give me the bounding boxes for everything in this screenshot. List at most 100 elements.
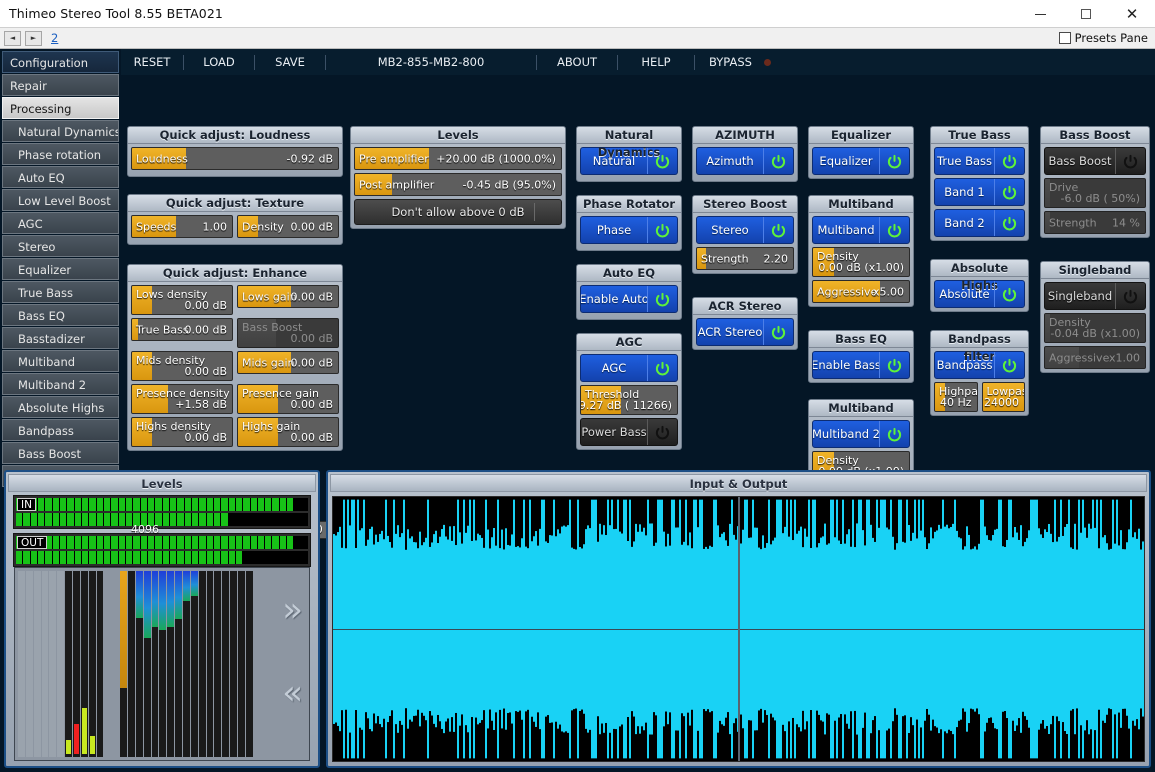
power-icon[interactable] xyxy=(994,210,1024,236)
dont-allow-above-0db-button[interactable]: Don't allow above 0 dB xyxy=(354,199,562,225)
sidebar-item-repair[interactable]: Repair xyxy=(2,74,119,96)
sidebar-item-bass-eq[interactable]: Bass EQ xyxy=(2,304,119,326)
power-icon[interactable] xyxy=(879,352,909,378)
slider-lowpass[interactable]: Lowpass 24000 xyxy=(981,382,1025,412)
power-multiband-2[interactable]: Multiband 2 xyxy=(812,420,910,448)
slider-lows-density[interactable]: Lows density 0.00 dB xyxy=(131,285,233,315)
power-phase[interactable]: Phase xyxy=(580,216,678,244)
slider-mids-density[interactable]: Mids density 0.00 dB xyxy=(131,351,233,381)
sidebar-item-multiband-2[interactable]: Multiband 2 xyxy=(2,373,119,395)
power-enable-auto[interactable]: Enable Auto xyxy=(580,285,678,313)
power-agc[interactable]: AGC xyxy=(580,354,678,382)
chevron-left-icon[interactable]: « xyxy=(282,673,303,713)
power-band-2[interactable]: Band 2 xyxy=(934,209,1025,237)
sidebar-item-processing[interactable]: Processing xyxy=(2,97,119,119)
slider-density[interactable]: Density 0.00 dB xyxy=(237,215,339,238)
slider-post-amplifier[interactable]: Post amplifier -0.45 dB (95.0%) xyxy=(354,173,562,196)
power-bass-boost[interactable]: Bass Boost xyxy=(1044,147,1146,175)
sidebar-item-bass-boost[interactable]: Bass Boost xyxy=(2,442,119,464)
reset-button[interactable]: RESET xyxy=(121,49,183,75)
slider-presence-density[interactable]: Presence density +1.58 dB xyxy=(131,384,233,414)
close-icon[interactable]: ✕ xyxy=(1109,0,1155,28)
sidebar-item-basstadizer[interactable]: Basstadizer xyxy=(2,327,119,349)
power-icon[interactable] xyxy=(994,148,1024,174)
slider-presence-gain[interactable]: Presence gain 0.00 dB xyxy=(237,384,339,414)
sidebar-item-bandpass[interactable]: Bandpass xyxy=(2,419,119,441)
power-icon[interactable] xyxy=(647,355,677,381)
power-icon[interactable] xyxy=(647,419,677,445)
power-bandpass[interactable]: Bandpass xyxy=(934,351,1025,379)
power-absolute[interactable]: Absolute xyxy=(934,280,1025,308)
waveform-output[interactable] xyxy=(739,497,1144,761)
slider-bass-boost[interactable]: Bass Boost 0.00 dB xyxy=(237,318,339,348)
power-icon[interactable] xyxy=(879,217,909,243)
power-icon[interactable] xyxy=(879,148,909,174)
sidebar-item-natural-dynamics[interactable]: Natural Dynamics xyxy=(2,120,119,142)
sidebar-item-auto-eq[interactable]: Auto EQ xyxy=(2,166,119,188)
preset-name-label[interactable]: MB2-855-MB2-800 xyxy=(326,49,536,75)
slider-pre-amplifier[interactable]: Pre amplifier +20.00 dB (1000.0%) xyxy=(354,147,562,170)
slider-highpass[interactable]: Highpass 40 Hz xyxy=(934,382,978,412)
power-equalizer[interactable]: Equalizer xyxy=(812,147,910,175)
slider-true-bass[interactable]: True Bass 0.00 dB xyxy=(131,318,233,341)
power-azimuth[interactable]: Azimuth xyxy=(696,147,794,175)
power-true-bass[interactable]: True Bass xyxy=(934,147,1025,175)
slider-singleband-aggressive[interactable]: Aggressive x1.00 xyxy=(1044,346,1146,369)
power-icon[interactable] xyxy=(647,148,677,174)
power-icon[interactable] xyxy=(994,179,1024,205)
power-enable-bass[interactable]: Enable Bass xyxy=(812,351,910,379)
power-multiband[interactable]: Multiband xyxy=(812,216,910,244)
power-icon[interactable] xyxy=(763,319,793,345)
power-power-bass[interactable]: Power Bass xyxy=(580,418,678,446)
slider-multiband-density[interactable]: Density 0.00 dB (x1.00) xyxy=(812,247,910,277)
slider-singleband-density[interactable]: Density -0.04 dB (x1.00) xyxy=(1044,313,1146,343)
minimize-button[interactable] xyxy=(1017,0,1063,28)
slider-loudness[interactable]: Loudness -0.92 dB xyxy=(131,147,339,170)
preset-page-number[interactable]: 2 xyxy=(51,31,58,45)
help-button[interactable]: HELP xyxy=(618,49,694,75)
slider-highs-gain[interactable]: Highs gain 0.00 dB xyxy=(237,417,339,447)
power-icon[interactable] xyxy=(879,421,909,447)
slider-mids-gain[interactable]: Mids gain 0.00 dB xyxy=(237,351,339,374)
slider-highs-density[interactable]: Highs density 0.00 dB xyxy=(131,417,233,447)
sidebar-item-configuration[interactable]: Configuration xyxy=(2,51,119,73)
slider-bass-boost-strength[interactable]: Strength 14 % xyxy=(1044,211,1146,234)
slider-bass-boost-drive[interactable]: Drive -6.0 dB ( 50%) xyxy=(1044,178,1146,208)
sidebar-item-low-level-boost[interactable]: Low Level Boost xyxy=(2,189,119,211)
power-singleband[interactable]: Singleband xyxy=(1044,282,1146,310)
save-button[interactable]: SAVE xyxy=(255,49,325,75)
slider-agc-threshold[interactable]: Threshold -9.27 dB ( 11266) xyxy=(580,385,678,415)
power-icon[interactable] xyxy=(647,286,677,312)
power-natural[interactable]: Natural xyxy=(580,147,678,175)
power-acr-stereo[interactable]: ACR Stereo xyxy=(696,318,794,346)
sidebar-item-agc[interactable]: AGC xyxy=(2,212,119,234)
power-icon[interactable] xyxy=(994,281,1024,307)
sidebar-item-true-bass[interactable]: True Bass xyxy=(2,281,119,303)
sidebar-item-phase-rotation[interactable]: Phase rotation xyxy=(2,143,119,165)
power-icon[interactable] xyxy=(763,217,793,243)
power-icon[interactable] xyxy=(1115,148,1145,174)
power-band-1[interactable]: Band 1 xyxy=(934,178,1025,206)
presets-pane-checkbox[interactable] xyxy=(1058,32,1071,44)
power-icon[interactable] xyxy=(994,352,1024,378)
bypass-button[interactable]: BYPASS xyxy=(695,49,752,75)
spectrum-analyzer[interactable]: » « xyxy=(14,567,310,761)
slider-speeds[interactable]: Speeds 1.00 xyxy=(131,215,233,238)
power-stereo[interactable]: Stereo xyxy=(696,216,794,244)
waveform-input[interactable] xyxy=(333,497,738,761)
power-icon[interactable] xyxy=(763,148,793,174)
about-button[interactable]: ABOUT xyxy=(537,49,617,75)
sidebar-item-stereo[interactable]: Stereo xyxy=(2,235,119,257)
maximize-button[interactable] xyxy=(1063,0,1109,28)
slider-multiband-aggressive[interactable]: Aggressive x5.00 xyxy=(812,280,910,303)
preset-next-button[interactable]: ► xyxy=(25,30,42,46)
load-button[interactable]: LOAD xyxy=(184,49,254,75)
sidebar-item-absolute-highs[interactable]: Absolute Highs xyxy=(2,396,119,418)
slider-stereo-strength[interactable]: Strength 2.20 xyxy=(696,247,794,270)
chevron-right-icon[interactable]: » xyxy=(282,590,303,630)
preset-prev-button[interactable]: ◄ xyxy=(4,30,21,46)
slider-lows-gain[interactable]: Lows gain 0.00 dB xyxy=(237,285,339,308)
waveform-display[interactable] xyxy=(332,496,1145,762)
power-icon[interactable] xyxy=(647,217,677,243)
sidebar-item-multiband[interactable]: Multiband xyxy=(2,350,119,372)
